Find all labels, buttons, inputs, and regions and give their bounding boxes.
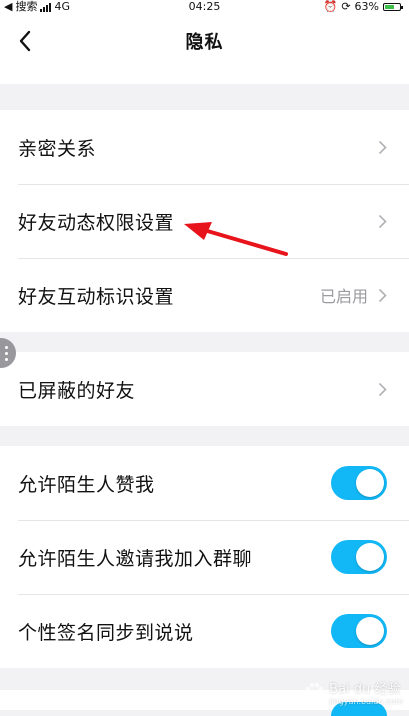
status-enabled-label: 已启用 (320, 283, 368, 307)
alarm-icon: ⏰ (324, 0, 338, 14)
status-right: ⏰ ⟳ 63% (324, 0, 401, 14)
row-label: 亲密关系 (18, 134, 96, 161)
allow-stranger-likes-toggle[interactable] (331, 466, 387, 500)
annotation-arrow-icon (180, 218, 290, 260)
sync-signature-toggle[interactable] (331, 614, 387, 648)
row-label: 个性签名同步到说说 (18, 618, 194, 645)
rotation-lock-icon: ⟳ (341, 0, 350, 14)
settings-row-allow-stranger-group-invites: 允许陌生人邀请我加入群聊 (0, 520, 409, 594)
settings-row-blocked-friends[interactable]: 已屏蔽的好友 (0, 352, 409, 426)
row-label: 允许陌生人赞我 (18, 470, 155, 497)
row-label: 允许陌生人邀请我加入群聊 (18, 544, 252, 571)
settings-row-sync-signature-to-posts: 个性签名同步到说说 (0, 594, 409, 668)
toggle-knob (356, 543, 384, 571)
chevron-right-icon (378, 214, 387, 229)
settings-group-strangers: 允许陌生人赞我 允许陌生人邀请我加入群聊 个性签名同步到说说 (0, 446, 409, 668)
battery-icon (383, 3, 401, 11)
settings-row-friend-interaction-badges[interactable]: 好友互动标识设置 已启用 (0, 258, 409, 332)
nav-bar: 隐私 (0, 14, 409, 84)
watermark-text: Bai du 经验 (329, 678, 403, 697)
page-title: 隐私 (0, 28, 409, 54)
settings-row-allow-stranger-likes: 允许陌生人赞我 (0, 446, 409, 520)
battery-percent: 63% (355, 0, 379, 14)
watermark-sub: jingyan.baidu.com (329, 697, 403, 706)
allow-stranger-group-invites-toggle[interactable] (331, 540, 387, 574)
chevron-right-icon (378, 288, 387, 303)
settings-group-blocked: 已屏蔽的好友 (0, 352, 409, 426)
row-label: 好友互动标识设置 (18, 282, 174, 309)
toggle-knob (356, 617, 384, 645)
settings-row-intimate-relationship[interactable]: 亲密关系 (0, 110, 409, 184)
toggle-knob (356, 469, 384, 497)
chevron-right-icon (378, 140, 387, 155)
chevron-right-icon (378, 382, 387, 397)
baidu-watermark: Bai du 经验 jingyan.baidu.com (303, 678, 403, 706)
status-bar: ◀ 搜索 4G 04:25 ⏰ ⟳ 63% (0, 0, 409, 14)
row-label: 好友动态权限设置 (18, 208, 174, 235)
row-label: 已屏蔽的好友 (18, 376, 135, 403)
paw-logo-icon (303, 681, 325, 703)
